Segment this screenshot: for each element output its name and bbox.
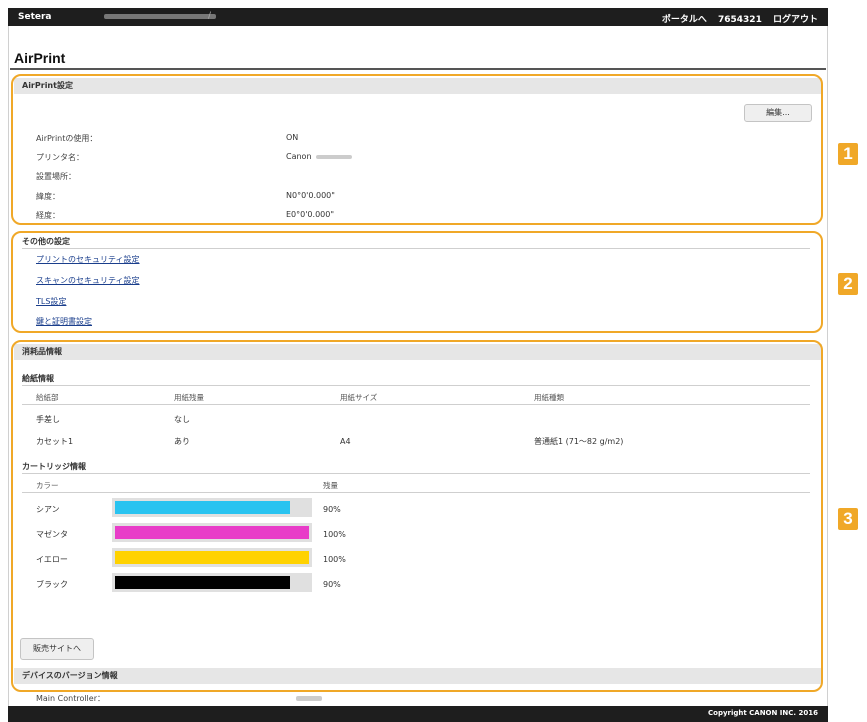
frame-border-right [827, 26, 828, 706]
footer-bar: Copyright CANON INC. 2016 [8, 706, 828, 722]
topbar-right: ポータルへ 7654321 ログアウト [654, 12, 818, 25]
breadcrumb [104, 14, 216, 19]
frame-border-left [8, 26, 9, 706]
page-title: AirPrint [14, 50, 66, 66]
highlight-frame-2 [11, 231, 823, 333]
user-id: 7654321 [718, 15, 762, 25]
callout-badge-2: 2 [838, 273, 858, 295]
highlight-frame-3 [11, 340, 823, 692]
portal-link[interactable]: ポータルへ [662, 15, 707, 25]
title-divider [10, 68, 826, 70]
main-controller-label: Main Controller： [36, 694, 105, 703]
brand-label: Setera [18, 12, 52, 22]
logout-link[interactable]: ログアウト [773, 15, 818, 25]
callout-badge-1: 1 [838, 143, 858, 165]
highlight-frame-1 [11, 74, 823, 225]
main-controller-value-redacted [296, 696, 322, 701]
top-bar: Setera / ポータルへ 7654321 ログアウト [8, 8, 828, 26]
callout-badge-3: 3 [838, 508, 858, 530]
copyright-text: Copyright CANON INC. 2016 [708, 709, 818, 717]
breadcrumb-separator: / [208, 11, 212, 21]
